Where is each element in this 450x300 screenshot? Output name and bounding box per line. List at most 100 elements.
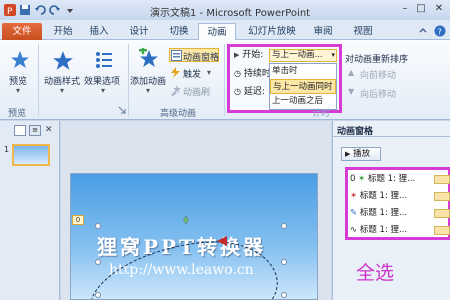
animation-list-item[interactable]: ✎ 标题 1: 狸... — [350, 206, 450, 221]
reorder-title: 对动画重新排序 — [345, 55, 409, 65]
powerpoint-icon[interactable]: P — [4, 4, 16, 16]
start-option-on-click[interactable]: 单击时 — [270, 64, 336, 79]
move-later-icon: ▼ — [348, 87, 355, 96]
preview-star-icon — [11, 51, 29, 68]
timing-bar — [434, 192, 450, 201]
play-label: 播放 — [353, 149, 371, 159]
motion-path-overlay[interactable] — [71, 174, 318, 300]
animation-item-label: 标题 1: 狸... — [367, 174, 416, 184]
save-icon[interactable] — [19, 4, 31, 16]
resize-handle[interactable] — [95, 292, 101, 298]
play-button[interactable]: ▶ 播放 — [341, 147, 381, 161]
motion-path-start-marker-icon — [217, 236, 227, 246]
delay-label: 延迟: — [243, 87, 265, 97]
tab-review[interactable]: 审阅 — [308, 23, 338, 40]
tab-design[interactable]: 设计 — [124, 23, 154, 40]
resize-handle[interactable] — [281, 292, 287, 298]
group-separator — [224, 44, 225, 116]
animation-styles-button[interactable]: 动画样式 ▾ — [42, 44, 82, 100]
animation-item-label: 标题 1: 狸... — [359, 225, 408, 235]
resize-handle[interactable] — [281, 223, 287, 229]
add-animation-button[interactable]: 添加动画 ▾ — [130, 44, 168, 100]
close-button[interactable]: ✕ — [432, 2, 446, 16]
minimize-ribbon-icon[interactable] — [418, 26, 428, 36]
animation-pane-label: 动画窗格 — [183, 53, 220, 63]
window-title: 演示文稿1 - Microsoft PowerPoint — [150, 8, 311, 19]
animation-item-label: 标题 1: 狸... — [359, 191, 408, 201]
start-option-with-previous[interactable]: 与上一动画同时 — [270, 79, 336, 94]
quick-access-toolbar: P — [0, 4, 76, 16]
group-separator — [128, 44, 129, 116]
slides-tab-icon[interactable] — [14, 125, 26, 136]
animation-order-badge[interactable]: 0 — [72, 215, 84, 225]
rotate-handle[interactable] — [183, 217, 189, 223]
move-later-label: 向后移动 — [360, 90, 397, 100]
timing-bar — [434, 175, 450, 184]
timing-highlight-box: ▶ 开始: 与上一动画... ▾ ◷ 持续时 ◷ 延迟: 单击时 与上一动画同时… — [227, 44, 342, 113]
trigger-button[interactable]: 触发 ▾ — [169, 66, 219, 80]
animation-list-item[interactable]: 0 ✶ 标题 1: 狸... — [350, 172, 450, 187]
tab-animations[interactable]: 动画 — [198, 23, 236, 41]
close-pane-icon[interactable]: ✕ — [45, 125, 53, 135]
preview-dropdown-icon: ▾ — [16, 86, 21, 95]
start-select[interactable]: 与上一动画... ▾ — [269, 49, 337, 62]
delay-row: ◷ 延迟: — [234, 84, 265, 99]
resize-handle[interactable] — [281, 259, 287, 265]
preview-button[interactable]: 预览 ▾ — [4, 44, 34, 100]
tab-slideshow[interactable]: 幻灯片放映 — [244, 23, 300, 40]
advanced-animation-group-label: 高级动画 — [160, 109, 197, 119]
animation-list-highlight: 0 ✶ 标题 1: 狸... ✶ 标题 1: 狸... ✎ 标题 1: 狸...… — [345, 167, 450, 240]
trigger-dropdown-icon: ▾ — [207, 68, 212, 77]
animation-styles-dropdown-icon: ▾ — [60, 86, 65, 95]
play-icon: ▶ — [345, 150, 351, 158]
animation-list-item[interactable]: ✶ 标题 1: 狸... — [350, 189, 450, 204]
add-animation-dropdown-icon: ▾ — [146, 86, 151, 95]
move-later-button[interactable]: ▼ 向后移动 — [348, 86, 418, 100]
title-bar: P 演示文稿1 - Microsoft PowerPoint – □ ✕ — [0, 0, 450, 20]
effect-options-dropdown-icon: ▾ — [101, 86, 106, 95]
animation-item-index: 0 — [350, 174, 356, 184]
trigger-label: 触发 — [183, 70, 202, 80]
animation-item-label: 标题 1: 狸... — [359, 208, 408, 218]
duration-label: 持续时 — [243, 69, 271, 79]
pane-title-bar — [333, 136, 450, 137]
tab-file[interactable]: 文件 — [2, 23, 42, 40]
start-label: 开始: — [242, 50, 264, 60]
effect-star-icon: ✶ — [358, 174, 366, 184]
preview-group-label: 预览 — [8, 109, 27, 119]
maximize-button[interactable]: □ — [414, 2, 428, 16]
animation-painter-button[interactable]: 动画刷 — [169, 84, 219, 98]
redo-icon[interactable] — [49, 4, 61, 16]
outline-tab-icon[interactable]: ≡ — [29, 125, 41, 136]
ribbon-animations: 预览 ▾ 预览 动画样式 ▾ 效果选项 ▾ 添加动画 ▾ 动画窗格 触发 ▾ 动… — [0, 40, 450, 120]
duration-clock-icon: ◷ — [234, 69, 241, 78]
move-earlier-button[interactable]: ▲ 向前移动 — [348, 67, 418, 81]
animation-pane-icon — [171, 50, 182, 61]
trigger-lightning-icon — [171, 67, 180, 78]
tab-transitions[interactable]: 切换 — [164, 23, 194, 40]
animation-list-item[interactable]: ∿ 标题 1: 狸... — [350, 223, 450, 238]
tab-insert[interactable]: 插入 — [84, 23, 114, 40]
effect-options-button[interactable]: 效果选项 ▾ — [84, 44, 124, 100]
svg-text:P: P — [7, 7, 13, 16]
start-select-arrow-icon[interactable]: ▾ — [331, 50, 335, 61]
customize-toolbar-icon[interactable] — [64, 4, 76, 16]
resize-handle[interactable] — [95, 259, 101, 265]
slide-canvas[interactable]: 狸窝PPT转换器 http://www.leawo.cn — [70, 173, 318, 300]
slide-number: 1 — [4, 145, 10, 154]
resize-handle[interactable] — [95, 223, 101, 229]
slide-thumbnail[interactable] — [12, 144, 50, 166]
tab-view[interactable]: 视图 — [348, 23, 378, 40]
minimize-button[interactable]: – — [398, 2, 412, 16]
help-icon[interactable]: ? — [434, 25, 446, 37]
delay-clock-icon: ◷ — [234, 87, 241, 96]
animation-pane-button[interactable]: 动画窗格 — [169, 48, 220, 63]
start-row: ▶ 开始: — [234, 48, 263, 63]
timing-group-label: 计时 — [312, 109, 331, 119]
effect-brush-icon: ✎ — [350, 208, 358, 218]
effect-star-icon: ✶ — [350, 191, 358, 201]
undo-icon[interactable] — [34, 4, 46, 16]
timing-bar — [434, 209, 450, 218]
animation-dialog-launcher-icon[interactable] — [118, 106, 126, 114]
tab-home[interactable]: 开始 — [48, 23, 78, 40]
